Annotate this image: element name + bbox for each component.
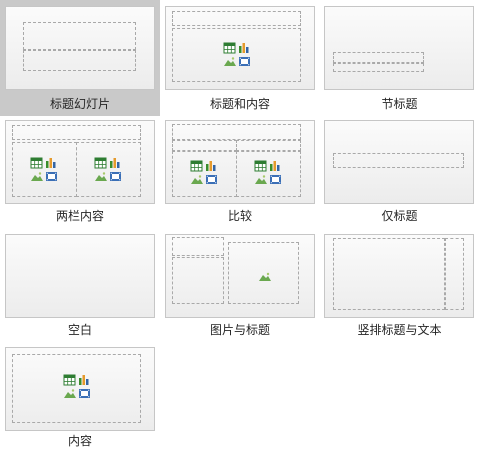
layout-label: 标题和内容 xyxy=(209,97,270,111)
text-placeholder xyxy=(172,257,224,304)
content-placeholder-icon xyxy=(190,160,220,186)
layout-content[interactable]: 内容 xyxy=(0,341,160,454)
title-placeholder xyxy=(333,153,464,168)
left-heading-placeholder xyxy=(172,140,237,151)
left-content-placeholder xyxy=(172,151,237,197)
layout-label: 图片与标题 xyxy=(209,323,270,337)
layout-thumbnail xyxy=(5,347,155,431)
vertical-text-placeholder xyxy=(333,238,445,310)
layout-title-slide[interactable]: 标题幻灯片 xyxy=(0,0,160,116)
layout-label: 竖排标题与文本 xyxy=(357,323,442,337)
layout-picture-with-caption[interactable]: 图片与标题 xyxy=(160,228,320,341)
layout-thumbnail xyxy=(5,6,155,90)
layout-title-only[interactable]: 仅标题 xyxy=(320,116,479,228)
right-content-placeholder xyxy=(236,151,301,197)
layout-comparison[interactable]: 比较 xyxy=(160,116,320,228)
layout-two-content[interactable]: 两栏内容 xyxy=(0,116,160,228)
layout-thumbnail xyxy=(165,234,315,318)
layout-thumbnail xyxy=(324,6,474,90)
picture-icon xyxy=(259,272,271,281)
content-placeholder-icon xyxy=(223,42,253,68)
title-placeholder xyxy=(23,22,136,50)
layout-title-and-content[interactable]: 标题和内容 xyxy=(160,0,320,116)
subtitle-placeholder xyxy=(23,50,136,71)
title-placeholder xyxy=(172,237,224,256)
title-placeholder xyxy=(172,124,301,140)
layout-thumbnail xyxy=(5,234,155,318)
layout-thumbnail xyxy=(5,120,155,204)
layout-label: 内容 xyxy=(67,434,92,448)
right-heading-placeholder xyxy=(236,140,301,151)
right-content-placeholder xyxy=(76,142,141,197)
layout-vertical-title-and-text[interactable]: 竖排标题与文本 xyxy=(320,228,479,341)
content-placeholder-icon xyxy=(63,374,93,400)
picture-placeholder xyxy=(228,242,299,304)
layout-thumbnail xyxy=(165,6,315,90)
layout-thumbnail xyxy=(165,120,315,204)
title-placeholder xyxy=(172,11,301,26)
content-placeholder xyxy=(172,28,301,82)
layout-label: 标题幻灯片 xyxy=(49,97,110,111)
layout-label: 两栏内容 xyxy=(55,209,104,223)
layout-thumbnail xyxy=(324,234,474,318)
layout-blank[interactable]: 空白 xyxy=(0,228,160,341)
content-placeholder-icon xyxy=(254,160,284,186)
section-text-placeholder xyxy=(333,63,424,72)
layout-label: 仅标题 xyxy=(381,209,418,223)
layout-thumbnail xyxy=(324,120,474,204)
content-placeholder xyxy=(12,354,141,423)
layout-section-header[interactable]: 节标题 xyxy=(320,0,479,116)
section-title-placeholder xyxy=(333,52,424,63)
left-content-placeholder xyxy=(12,142,77,197)
content-placeholder-icon xyxy=(94,157,124,183)
title-placeholder xyxy=(12,125,141,140)
vertical-title-placeholder xyxy=(445,238,464,310)
layout-label: 比较 xyxy=(227,209,252,223)
content-placeholder-icon xyxy=(30,157,60,183)
layout-label: 空白 xyxy=(67,323,92,337)
layout-label: 节标题 xyxy=(381,97,418,111)
